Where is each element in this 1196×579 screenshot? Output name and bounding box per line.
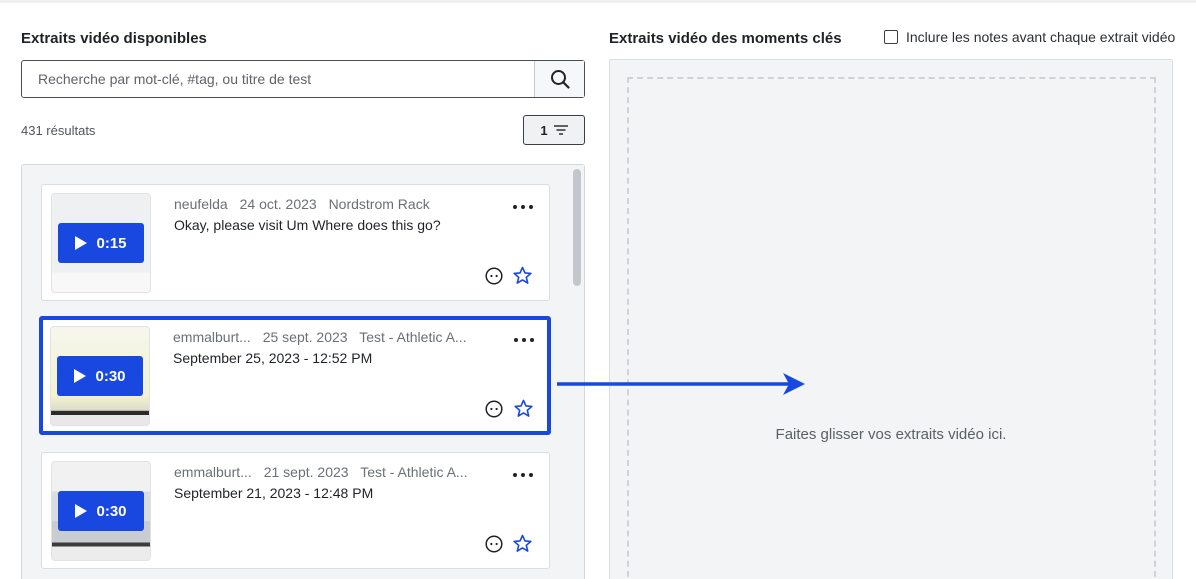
clip-card-selected[interactable]: 0:30 emmalburt... 25 sept. 2023 Test - A… bbox=[39, 316, 551, 435]
play-button[interactable]: 0:30 bbox=[58, 491, 144, 531]
clip-card[interactable]: 0:30 emmalburt... 21 sept. 2023 Test - A… bbox=[41, 452, 550, 569]
clip-thumbnail: 0:15 bbox=[51, 193, 151, 293]
play-icon bbox=[75, 236, 88, 250]
clip-card[interactable]: 0:15 neufelda 24 oct. 2023 Nordstrom Rac… bbox=[41, 184, 550, 301]
more-options-icon[interactable] bbox=[514, 338, 534, 342]
emoji-reaction-icon[interactable] bbox=[485, 535, 503, 553]
play-icon bbox=[75, 504, 88, 518]
more-options-icon[interactable] bbox=[513, 473, 533, 477]
star-icon[interactable] bbox=[514, 399, 533, 418]
clip-description: September 21, 2023 - 12:48 PM bbox=[174, 485, 374, 501]
play-button[interactable]: 0:15 bbox=[58, 223, 144, 263]
arrow-right-icon bbox=[557, 373, 805, 395]
include-notes-label: Inclure les notes avant chaque extrait v… bbox=[906, 29, 1176, 45]
emoji-reaction-icon[interactable] bbox=[485, 400, 503, 418]
clip-meta: emmalburt... 25 sept. 2023 Test - Athlet… bbox=[173, 329, 475, 345]
search-icon bbox=[550, 70, 570, 89]
clip-thumbnail: 0:30 bbox=[51, 461, 151, 561]
include-notes-option: Inclure les notes avant chaque extrait v… bbox=[884, 29, 1175, 45]
clip-user: emmalburt... bbox=[173, 329, 251, 345]
clip-test: Nordstrom Rack bbox=[328, 196, 430, 212]
filter-button[interactable]: 1 bbox=[523, 115, 585, 145]
clip-date: 24 oct. 2023 bbox=[239, 196, 317, 212]
clip-date: 25 sept. 2023 bbox=[262, 329, 348, 345]
search-button[interactable] bbox=[534, 61, 584, 97]
clip-test: Test - Athletic A... bbox=[359, 329, 467, 345]
key-moments-title: Extraits vidéo des moments clés bbox=[609, 30, 842, 47]
clip-duration: 0:15 bbox=[96, 234, 127, 252]
drop-hint: Faites glisser vos extraits vidéo ici. bbox=[775, 426, 1007, 443]
results-count: 431 résultats bbox=[21, 123, 96, 138]
drop-zone[interactable] bbox=[627, 77, 1156, 579]
clip-description: Okay, please visit Um Where does this go… bbox=[174, 217, 441, 233]
search-bar bbox=[21, 60, 585, 98]
clip-duration: 0:30 bbox=[95, 367, 126, 385]
include-notes-checkbox[interactable] bbox=[884, 30, 898, 44]
emoji-reaction-icon[interactable] bbox=[485, 267, 503, 285]
play-button[interactable]: 0:30 bbox=[57, 356, 143, 396]
search-input[interactable] bbox=[22, 61, 534, 97]
more-options-icon[interactable] bbox=[513, 205, 533, 209]
clip-meta: emmalburt... 21 sept. 2023 Test - Athlet… bbox=[174, 464, 476, 480]
clip-user: emmalburt... bbox=[174, 464, 252, 480]
clip-meta: neufelda 24 oct. 2023 Nordstrom Rack bbox=[174, 196, 438, 212]
filter-count: 1 bbox=[540, 122, 548, 138]
clip-description: September 25, 2023 - 12:52 PM bbox=[173, 350, 373, 366]
top-divider bbox=[0, 0, 1196, 3]
clip-user: neufelda bbox=[174, 196, 228, 212]
clip-thumbnail: 0:30 bbox=[50, 326, 150, 426]
clip-duration: 0:30 bbox=[96, 502, 127, 520]
clip-date: 21 sept. 2023 bbox=[263, 464, 349, 480]
star-icon[interactable] bbox=[513, 534, 532, 553]
star-icon[interactable] bbox=[513, 266, 532, 285]
filter-icon bbox=[553, 125, 568, 135]
clip-test: Test - Athletic A... bbox=[360, 464, 468, 480]
play-icon bbox=[74, 369, 87, 383]
scrollbar-thumb[interactable] bbox=[573, 169, 581, 286]
available-clips-title: Extraits vidéo disponibles bbox=[21, 30, 207, 47]
